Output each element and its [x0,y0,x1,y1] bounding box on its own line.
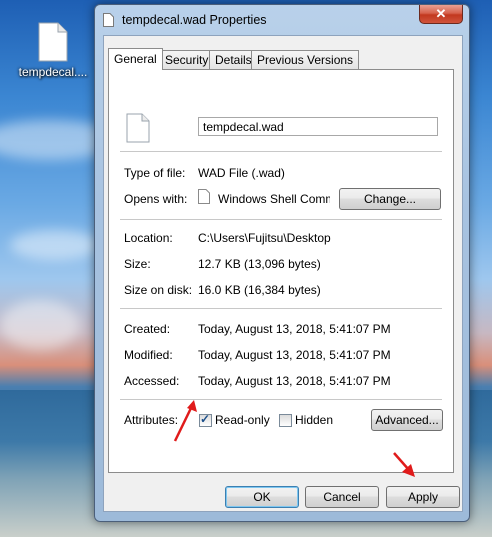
annotation-arrow-icon [393,452,415,477]
separator [120,219,442,220]
tab-previous-versions[interactable]: Previous Versions [251,50,360,69]
desktop-file-label: tempdecal.... [18,65,88,79]
document-icon [38,22,68,62]
sky-cloud [10,230,100,260]
separator [120,399,442,400]
modified-label: Modified: [124,348,173,362]
created-label: Created: [124,322,171,336]
file-type-icon [126,113,150,146]
type-of-file-label: Type of file: [124,166,186,180]
properties-window: tempdecal.wad Properties ✕ General Secur… [94,4,470,522]
readonly-label[interactable]: Read-only [215,413,270,427]
change-button[interactable]: Change... [339,188,441,210]
size-label: Size: [124,257,151,271]
accessed-label: Accessed: [124,374,180,388]
file-icon [103,13,114,27]
tab-general[interactable]: General [108,48,163,70]
advanced-button[interactable]: Advanced... [371,409,443,431]
apply-button[interactable]: Apply [386,486,460,508]
hidden-label[interactable]: Hidden [295,413,333,427]
opens-with-value: Windows Shell Commor [218,192,330,206]
file-name-field[interactable]: tempdecal.wad [198,117,438,136]
separator [120,151,442,152]
type-of-file-value: WAD File (.wad) [198,166,285,180]
ok-button[interactable]: OK [225,486,299,508]
location-value: C:\Users\Fujitsu\Desktop [198,231,331,245]
checkmark-icon: ✓ [200,412,211,426]
general-tab-panel: tempdecal.wad Type of file: WAD File (.w… [108,69,454,473]
desktop-file-icon[interactable]: tempdecal.... [14,22,92,79]
accessed-value: Today, August 13, 2018, 5:41:07 PM [198,374,391,388]
size-value: 12.7 KB (13,096 bytes) [198,257,321,271]
tab-security[interactable]: Security [159,50,215,69]
size-on-disk-label: Size on disk: [124,283,193,297]
separator [120,308,442,309]
location-label: Location: [124,231,173,245]
window-title: tempdecal.wad Properties [122,13,267,27]
opens-with-label: Opens with: [124,192,188,206]
shell-app-icon [198,189,210,207]
cancel-button[interactable]: Cancel [305,486,379,508]
size-on-disk-value: 16.0 KB (16,384 bytes) [198,283,321,297]
annotation-arrow-icon [173,400,197,442]
created-value: Today, August 13, 2018, 5:41:07 PM [198,322,391,336]
sky-cloud [0,300,80,350]
modified-value: Today, August 13, 2018, 5:41:07 PM [198,348,391,362]
close-button[interactable]: ✕ [419,5,463,24]
readonly-checkbox[interactable]: ✓ [199,412,212,427]
dialog-content: General Security Details Previous Versio… [103,35,463,512]
hidden-checkbox[interactable] [279,414,292,427]
title-bar[interactable]: tempdecal.wad Properties ✕ [95,5,469,35]
